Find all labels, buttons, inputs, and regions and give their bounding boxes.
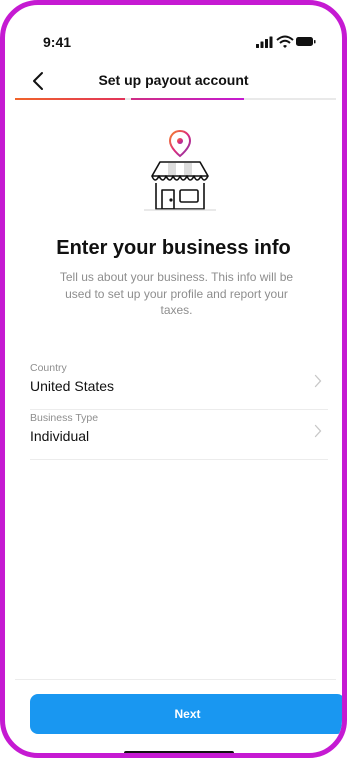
- chevron-right-icon: [314, 374, 322, 388]
- battery-icon: [296, 37, 316, 46]
- business-type-row[interactable]: Business Type Individual: [30, 409, 328, 460]
- location-pin-icon: [168, 129, 192, 158]
- store-icon: [144, 161, 216, 211]
- home-indicator[interactable]: [124, 751, 234, 753]
- description-line: used to set up your profile and report y…: [65, 286, 288, 301]
- storefront-illustration: [144, 129, 216, 211]
- description-line: taxes.: [160, 303, 193, 317]
- signal-icon: [256, 36, 273, 48]
- progress-step-1: [15, 98, 125, 100]
- business-type-label: Business Type: [30, 412, 99, 424]
- progress-bar: [15, 98, 336, 100]
- status-icons: [256, 35, 316, 48]
- country-value: United States: [30, 378, 115, 394]
- page-title: Set up payout account: [98, 72, 249, 88]
- nav-header: Set up payout account: [5, 63, 342, 99]
- phone-frame: 9:41 Set up payout account Enter your bu…: [0, 0, 347, 758]
- business-type-value: Individual: [30, 428, 90, 444]
- status-time: 9:41: [43, 34, 72, 50]
- country-label: Country: [30, 362, 67, 374]
- country-row[interactable]: Country United States: [30, 359, 328, 410]
- chevron-right-icon: [314, 424, 322, 438]
- description-line: Tell us about your business. This info w…: [59, 270, 294, 284]
- wifi-icon: [276, 35, 294, 48]
- next-button[interactable]: Next: [30, 694, 342, 734]
- footer-divider: [15, 679, 336, 680]
- progress-step-2: [131, 98, 244, 100]
- section-heading: Enter your business info: [56, 237, 291, 259]
- section-description: Tell us about your business. This info w…: [55, 269, 298, 319]
